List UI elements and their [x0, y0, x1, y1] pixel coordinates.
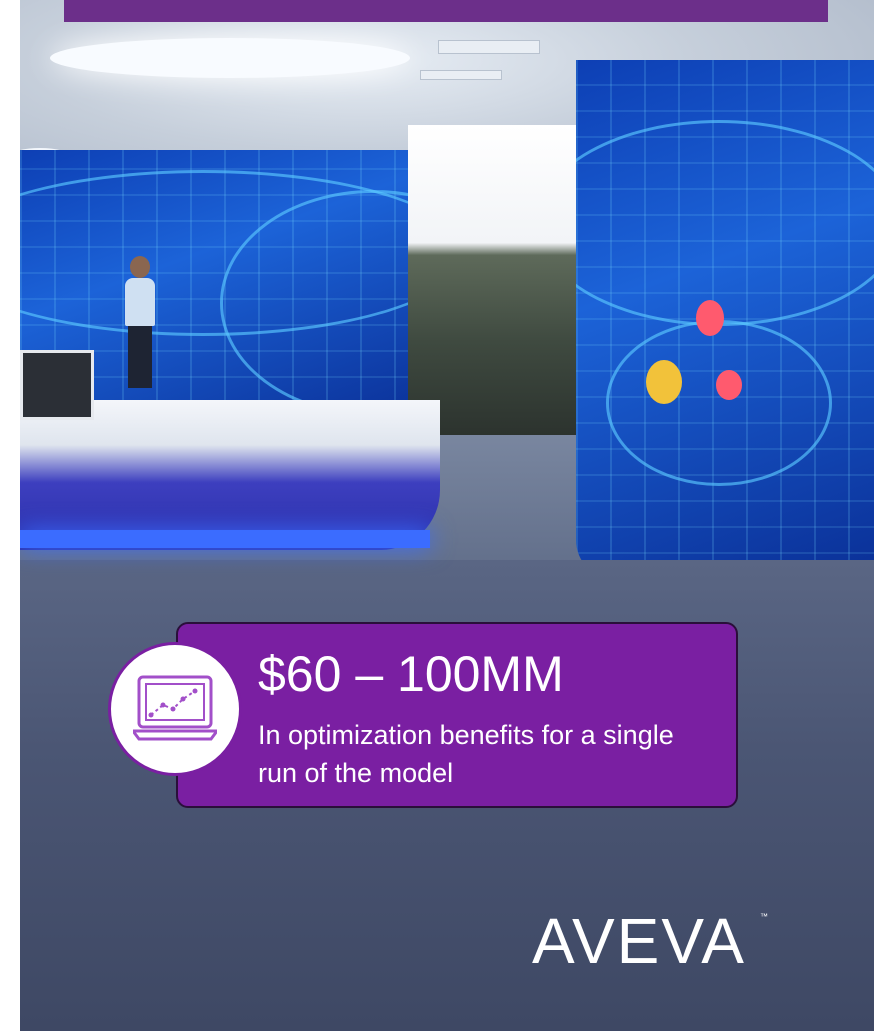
- trademark-symbol: ™: [760, 912, 768, 921]
- ceiling-vent: [438, 40, 540, 54]
- display-highlight: [716, 370, 742, 400]
- ceiling-vent: [420, 70, 502, 80]
- aveva-logo: AVEVA: [532, 905, 746, 977]
- operator-desk: [20, 400, 440, 550]
- metric-value: $60 – 100MM: [258, 646, 564, 702]
- display-wave: [576, 120, 874, 326]
- metric-callout: $60 – 100MM In optimization benefits for…: [176, 622, 738, 808]
- top-banner: [64, 0, 828, 22]
- page: $60 – 100MM In optimization benefits for…: [0, 0, 874, 1031]
- display-highlight: [646, 360, 682, 404]
- person-legs: [128, 326, 152, 388]
- desk-light: [20, 530, 430, 548]
- display-highlight: [696, 300, 724, 336]
- icon-badge: [108, 642, 242, 776]
- person-body: [125, 278, 155, 326]
- person-head: [130, 256, 150, 278]
- laptop-chart-icon: [133, 675, 217, 741]
- right-display-wall: [576, 60, 874, 580]
- center-display: [408, 125, 576, 435]
- display-wave: [606, 320, 832, 486]
- ceiling-light: [50, 38, 410, 78]
- desk-monitor: [20, 350, 94, 420]
- control-room-photo: [20, 0, 874, 1031]
- metric-description: In optimization benefits for a single ru…: [258, 720, 674, 788]
